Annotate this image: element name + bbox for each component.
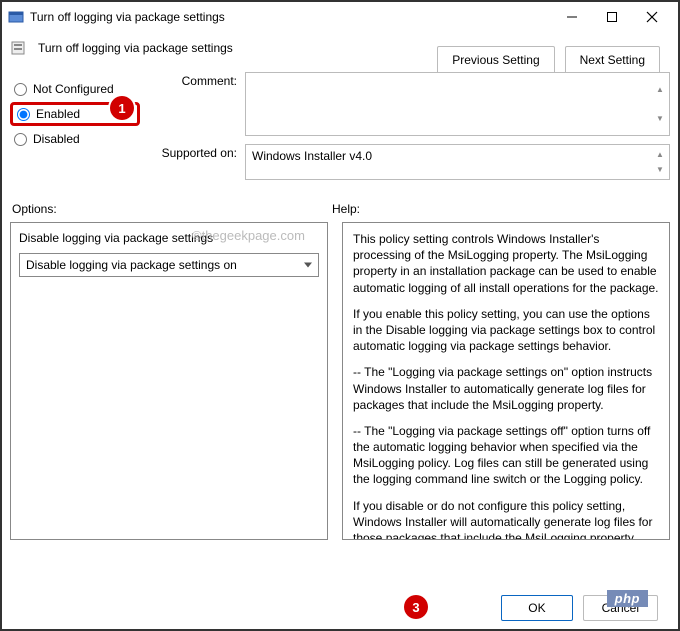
close-button[interactable]	[632, 3, 672, 31]
scroll-down-icon[interactable]: ▼	[653, 104, 667, 133]
policy-icon	[10, 40, 26, 56]
policy-title: Turn off logging via package settings	[38, 41, 233, 55]
state-radio-group: Not Configured Enabled Disabled 1	[10, 72, 140, 180]
title-bar: Turn off logging via package settings	[2, 2, 678, 32]
help-text: If you disable or do not configure this …	[353, 498, 659, 540]
radio-enabled-input[interactable]	[17, 108, 30, 121]
window-controls	[552, 3, 672, 31]
ok-button[interactable]: OK	[501, 595, 572, 621]
radio-disabled[interactable]: Disabled	[10, 130, 140, 148]
scroll-up-icon[interactable]: ▲	[653, 75, 667, 104]
options-pane: Disable logging via package settings Dis…	[10, 222, 328, 540]
scroll-down-icon[interactable]: ▼	[653, 162, 667, 177]
previous-setting-button[interactable]: Previous Setting	[437, 46, 554, 74]
help-pane: This policy setting controls Windows Ins…	[342, 222, 670, 540]
radio-label: Disabled	[33, 132, 80, 146]
php-badge: php	[607, 590, 648, 607]
help-text: -- The "Logging via package settings on"…	[353, 364, 659, 413]
window-title: Turn off logging via package settings	[30, 10, 552, 24]
help-text: -- The "Logging via package settings off…	[353, 423, 659, 488]
comment-textarea[interactable]: ▲▼	[245, 72, 670, 136]
window-icon	[8, 9, 24, 25]
callout-1: 1	[110, 96, 134, 120]
help-text: If you enable this policy setting, you c…	[353, 306, 659, 355]
select-value: Disable logging via package settings on	[26, 258, 237, 272]
logging-mode-select[interactable]: Disable logging via package settings on	[19, 253, 319, 277]
radio-label: Enabled	[36, 107, 80, 121]
radio-disabled-input[interactable]	[14, 133, 27, 146]
callout-3: 3	[404, 595, 428, 619]
help-text: This policy setting controls Windows Ins…	[353, 231, 659, 296]
scroll-up-icon[interactable]: ▲	[653, 147, 667, 162]
options-label: Options:	[12, 202, 332, 216]
supported-on-text: Windows Installer v4.0	[252, 149, 372, 163]
maximize-button[interactable]	[592, 3, 632, 31]
help-label: Help:	[332, 202, 668, 216]
nav-buttons: Previous Setting Next Setting	[437, 46, 660, 74]
options-subtitle: Disable logging via package settings	[19, 231, 319, 245]
supported-on-box: Windows Installer v4.0 ▲▼	[245, 144, 670, 180]
radio-label: Not Configured	[33, 82, 114, 96]
minimize-button[interactable]	[552, 3, 592, 31]
supported-on-label: Supported on:	[150, 144, 245, 160]
radio-not-configured-input[interactable]	[14, 83, 27, 96]
comment-label: Comment:	[150, 72, 245, 88]
next-setting-button[interactable]: Next Setting	[565, 46, 660, 74]
